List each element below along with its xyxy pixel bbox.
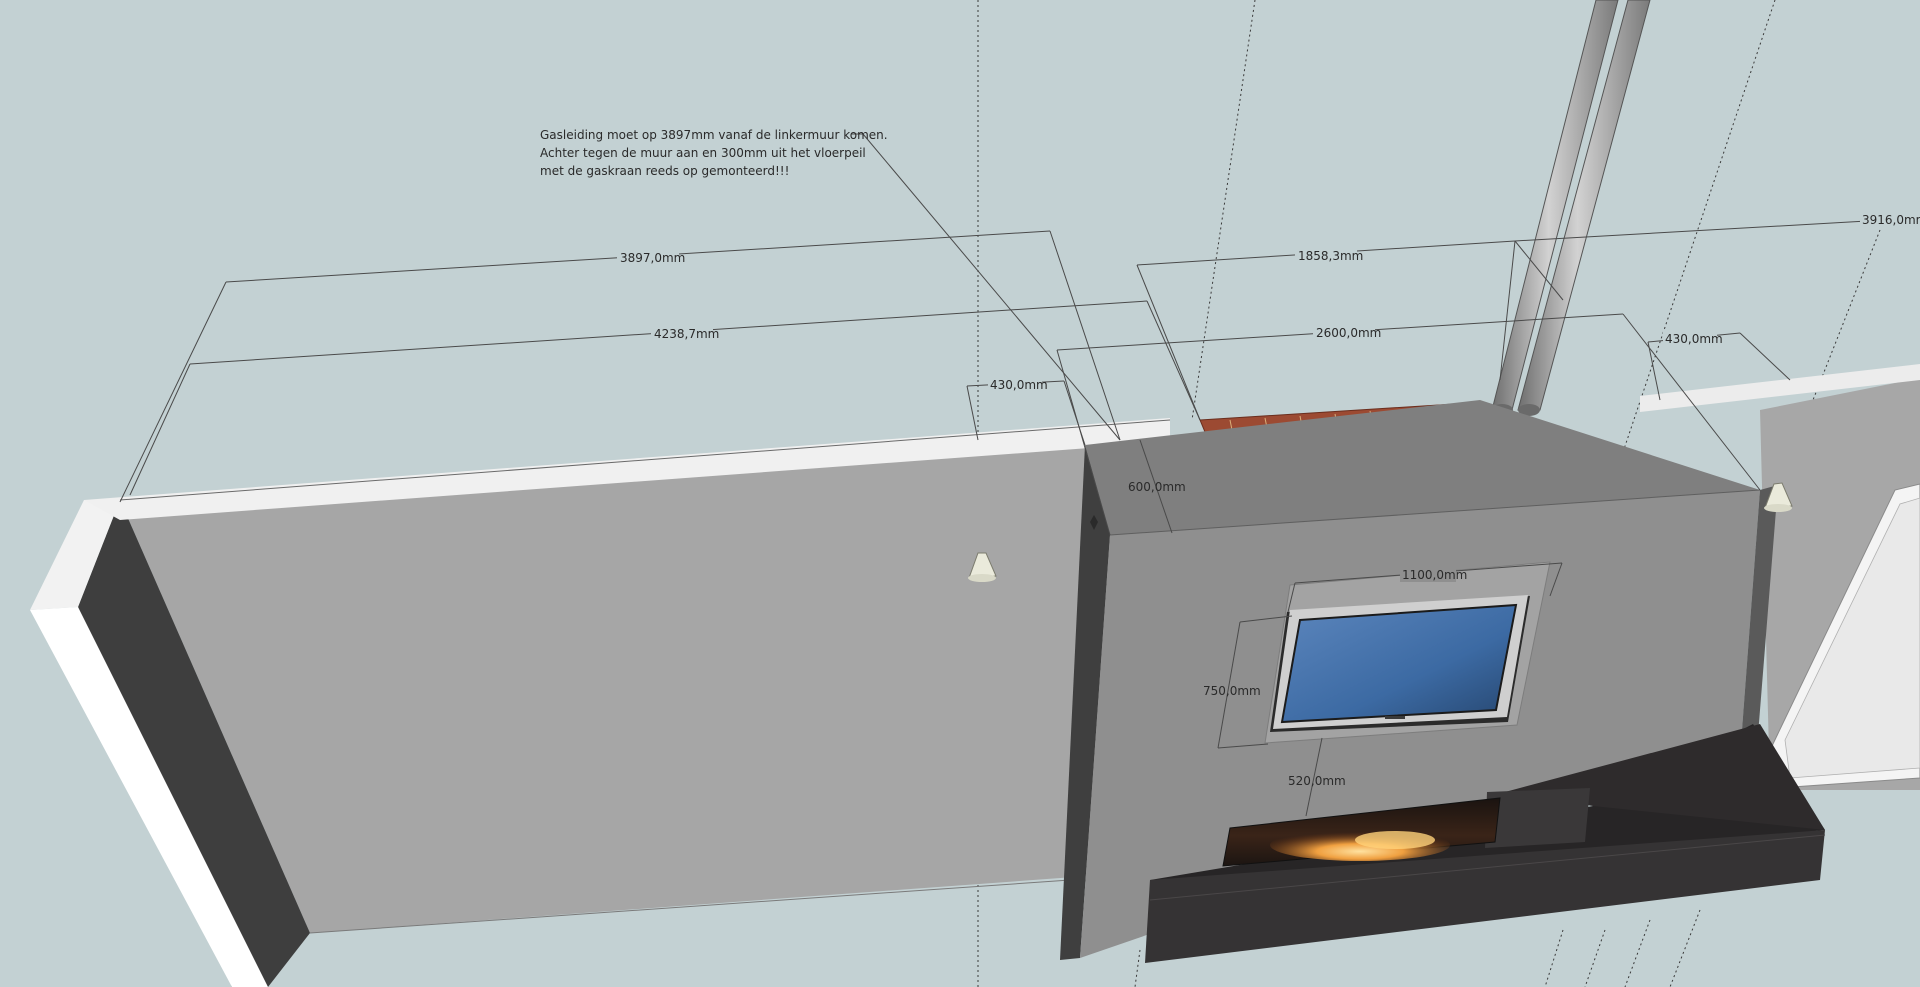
dim-3916: 3916,0mm bbox=[1862, 213, 1920, 227]
dim-430-right: 430,0mm bbox=[1665, 332, 1723, 346]
annotation-line-1: Gasleiding moet op 3897mm vanaf de linke… bbox=[540, 128, 888, 142]
annotation-line-2: Achter tegen de muur aan en 300mm uit he… bbox=[540, 146, 866, 160]
dim-520: 520,0mm bbox=[1288, 774, 1346, 788]
dim-430-left: 430,0mm bbox=[990, 378, 1048, 392]
dim-1858: 1858,3mm bbox=[1298, 249, 1363, 263]
dim-1100: 1100,0mm bbox=[1402, 568, 1467, 582]
tv-unit bbox=[1264, 561, 1551, 744]
dim-3897: 3897,0mm bbox=[620, 251, 685, 265]
dim-750: 750,0mm bbox=[1203, 684, 1261, 698]
dim-4238: 4238,7mm bbox=[654, 327, 719, 341]
dim-600: 600,0mm bbox=[1128, 480, 1186, 494]
annotation-line-3: met de gaskraan reeds op gemonteerd!!! bbox=[540, 164, 789, 178]
sketchup-scene: 3897,0mm 4238,7mm 1858,3mm 2600,0mm 3916… bbox=[0, 0, 1920, 987]
dim-2600: 2600,0mm bbox=[1316, 326, 1381, 340]
tv-screen bbox=[1280, 603, 1518, 724]
